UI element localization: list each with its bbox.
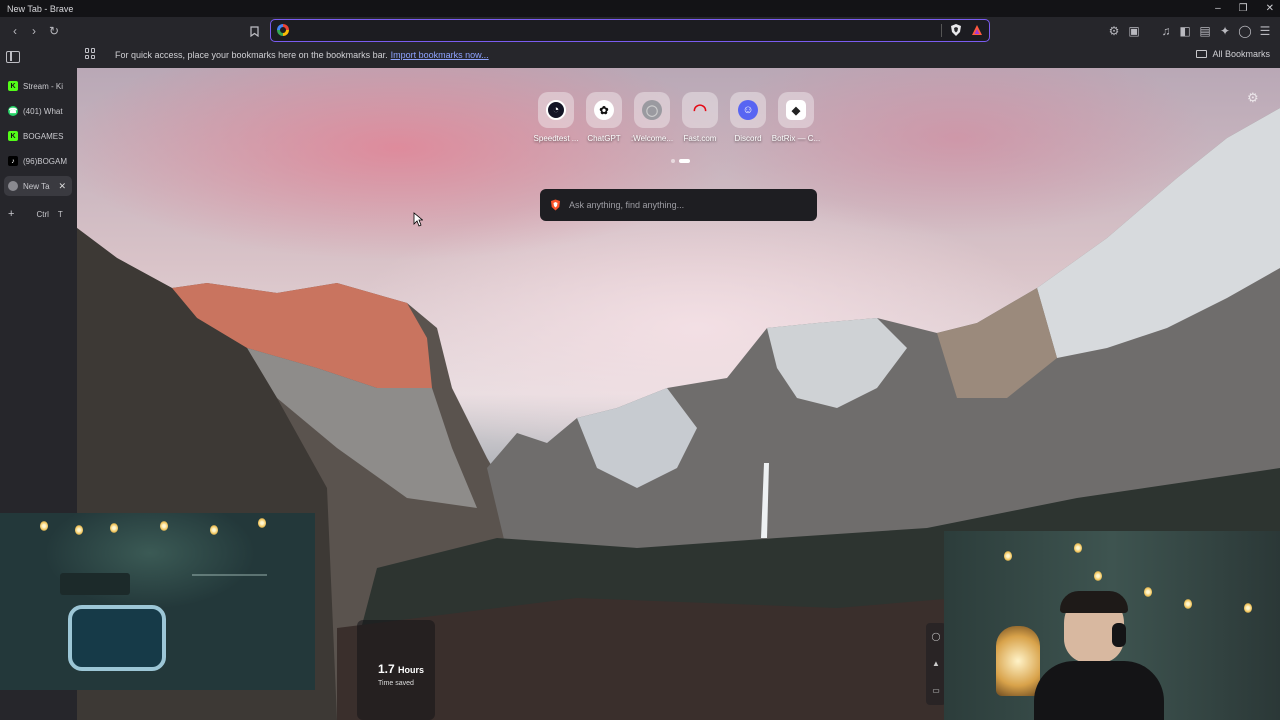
address-input[interactable] <box>295 22 935 38</box>
widget-toolbar: ◯ ▲ ▭ <box>926 623 946 705</box>
whatsapp-icon: ☎ <box>8 106 18 116</box>
back-button[interactable]: ‹ <box>6 22 24 40</box>
tab-label: (401) What <box>23 106 63 116</box>
import-bookmarks-link[interactable]: Import bookmarks now... <box>391 50 489 60</box>
brave-icon <box>8 181 18 191</box>
tab-label: New Ta <box>23 181 50 191</box>
time-saved-caption: Time saved <box>378 680 414 687</box>
top-site-label: Speedtest ... <box>533 134 579 143</box>
top-site-fast[interactable]: ◠ Fast.com <box>681 92 719 143</box>
top-site-speedtest[interactable]: ◔ Speedtest ... <box>534 92 578 143</box>
minimize-button[interactable]: – <box>1215 3 1221 14</box>
top-site-label: BotRix — C... <box>771 134 821 143</box>
brave-rewards-icon[interactable] <box>971 23 983 37</box>
speedtest-icon: ◔ <box>546 100 566 120</box>
customize-settings-icon[interactable]: ⚙ <box>1247 90 1259 106</box>
top-site-label: Discord <box>734 134 762 143</box>
tab-label: Stream - Ki <box>23 81 64 91</box>
tab-item-active[interactable]: New Ta ✕ <box>4 176 72 196</box>
brave-lion-icon <box>551 199 560 211</box>
apps-grid-icon[interactable] <box>85 48 96 59</box>
google-icon <box>277 24 289 36</box>
close-tab-icon[interactable]: ✕ <box>58 181 66 192</box>
triangle-widget-icon[interactable]: ▲ <box>926 650 946 677</box>
brave-shields-icon[interactable] <box>950 23 962 37</box>
kick-icon: K <box>8 131 18 141</box>
top-site-label: ChatGPT <box>587 134 621 143</box>
top-site-chatgpt[interactable]: ✿ ChatGPT <box>585 92 623 143</box>
all-bookmarks-label: All Bookmarks <box>1212 49 1270 59</box>
bookmarks-hint: For quick access, place your bookmarks h… <box>115 50 489 60</box>
wall-decoration <box>192 558 267 576</box>
bookmark-button[interactable] <box>245 22 263 40</box>
forward-button[interactable]: › <box>25 22 43 40</box>
toolbar: ‹ › ↻ ⚙ ▣ ♫ ◧ ▤ ✦ ◯ ☰ <box>0 17 1280 44</box>
time-saved-value: 1.7 Hours <box>378 662 425 676</box>
folder-icon <box>1196 50 1208 58</box>
screenshot-icon[interactable]: ▣ <box>1125 22 1143 40</box>
reload-button[interactable]: ↻ <box>45 22 63 40</box>
globe-icon: ◯ <box>642 100 662 120</box>
tiktok-icon: ♪ <box>8 156 18 166</box>
headset <box>1112 623 1126 647</box>
card-widget-icon[interactable]: ▭ <box>926 677 946 704</box>
botrix-icon: ◆ <box>786 100 806 120</box>
search-box[interactable]: Ask anything, find anything... <box>540 189 817 221</box>
webcam-overlay-right <box>944 531 1280 720</box>
top-site-label: Fast.com <box>683 134 717 143</box>
tab-label: (96)BOGAM <box>23 156 68 166</box>
tab-item[interactable]: ☎ (401) What <box>4 101 72 121</box>
top-site-welcome[interactable]: ◯ :Welcome... <box>630 92 674 143</box>
top-site-discord[interactable]: ☺ Discord <box>729 92 767 143</box>
maximize-button[interactable]: ❐ <box>1239 3 1248 14</box>
tab-label: BOGAMES <box>23 131 64 141</box>
kick-icon: K <box>8 81 18 91</box>
person-hair <box>1060 591 1128 613</box>
address-divider <box>941 24 942 37</box>
wallet-icon[interactable]: ▤ <box>1196 22 1214 40</box>
extensions-icon[interactable]: ⚙ <box>1105 22 1123 40</box>
vpn-icon[interactable]: ◯ <box>1236 22 1254 40</box>
pager-dot-active[interactable] <box>679 159 690 163</box>
music-icon[interactable]: ♫ <box>1157 22 1175 40</box>
pager-dot[interactable] <box>671 159 675 163</box>
window-title: New Tab - Brave <box>7 3 74 14</box>
sidebar-panel-icon[interactable] <box>6 51 20 63</box>
shelf <box>60 573 130 595</box>
gaming-chair <box>68 605 166 671</box>
search-placeholder: Ask anything, find anything... <box>569 200 685 210</box>
address-bar[interactable] <box>270 19 990 42</box>
menu-icon[interactable]: ☰ <box>1256 22 1274 40</box>
plus-icon: + <box>8 208 15 220</box>
top-site-label: :Welcome... <box>630 134 674 143</box>
mouse-cursor-icon <box>413 212 423 227</box>
all-bookmarks-button[interactable]: All Bookmarks <box>1196 49 1270 59</box>
discord-icon: ☺ <box>738 100 758 120</box>
top-sites: ◔ Speedtest ... ✿ ChatGPT ◯ :Welcome... … <box>534 92 820 143</box>
bookmarks-hint-text: For quick access, place your bookmarks h… <box>115 50 388 60</box>
stats-widget: 1.7 Hours Time saved <box>357 620 435 720</box>
top-sites-pager <box>671 159 690 163</box>
shield-widget-icon[interactable]: ◯ <box>926 623 946 650</box>
tab-item[interactable]: K BOGAMES <box>4 126 72 146</box>
top-site-botrix[interactable]: ◆ BotRix — C... <box>772 92 820 143</box>
bookmark-icon <box>249 25 259 37</box>
leo-ai-icon[interactable]: ✦ <box>1216 22 1234 40</box>
webcam-overlay-left <box>0 513 315 690</box>
lantern <box>996 626 1040 696</box>
new-tab-button[interactable]: + Ctrl T <box>8 208 68 220</box>
tab-item[interactable]: ♪ (96)BOGAM <box>4 151 72 171</box>
tab-item[interactable]: K Stream - Ki <box>4 76 72 96</box>
person-body <box>1034 661 1164 720</box>
bookmarks-bar: For quick access, place your bookmarks h… <box>77 44 1280 68</box>
new-tab-shortcut: Ctrl T <box>36 210 63 219</box>
title-bar: New Tab - Brave – ❐ ✕ <box>0 0 1280 17</box>
chatgpt-icon: ✿ <box>594 100 614 120</box>
sidebar-toggle-icon[interactable]: ◧ <box>1176 22 1194 40</box>
fast-icon: ◠ <box>693 102 707 119</box>
close-window-button[interactable]: ✕ <box>1266 3 1274 14</box>
